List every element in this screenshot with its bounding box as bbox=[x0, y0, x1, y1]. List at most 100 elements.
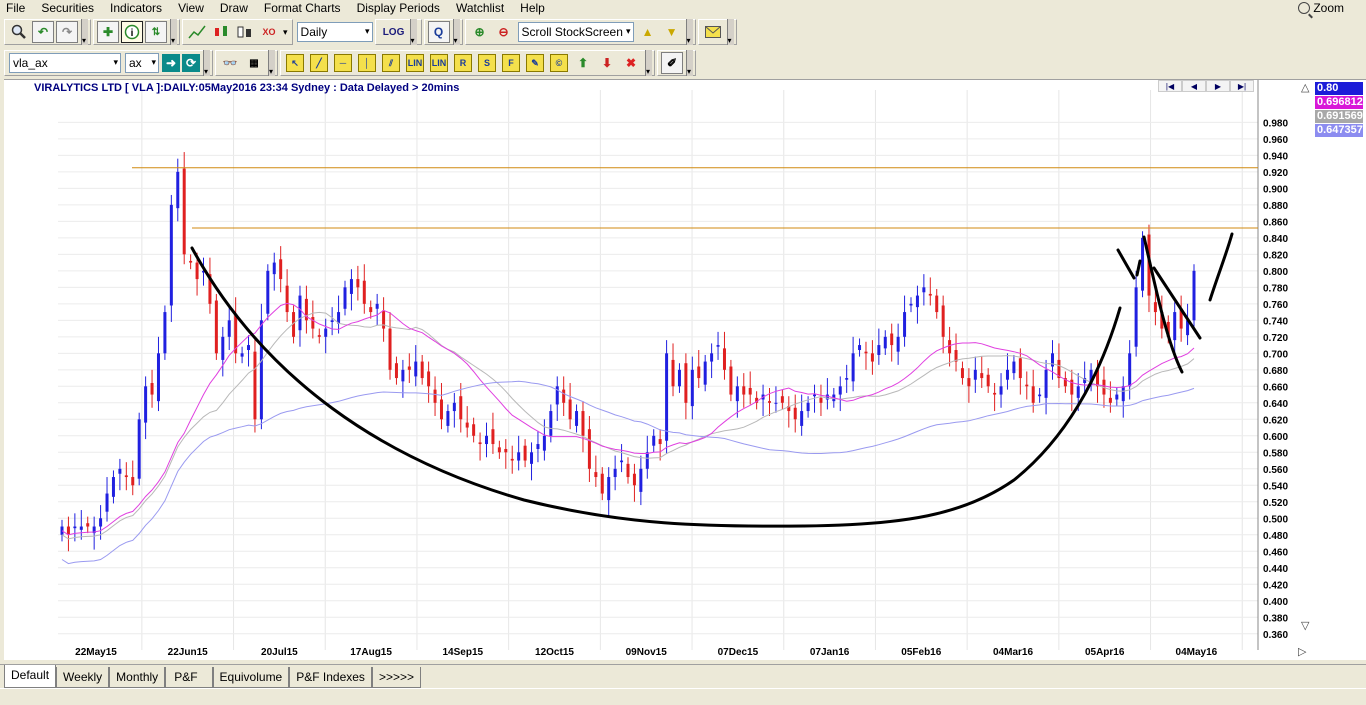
support-tool-icon[interactable]: S bbox=[476, 52, 498, 74]
tab-pnf-indexes[interactable]: P&F Indexes bbox=[289, 667, 372, 688]
scroll-select-value: Scroll StockScreen bbox=[521, 25, 623, 39]
y-tick-label: 0.900 bbox=[1263, 184, 1288, 195]
menu-file[interactable]: File bbox=[0, 0, 33, 17]
select-tool-icon[interactable]: ↖ bbox=[284, 52, 306, 74]
menu-draw[interactable]: Draw bbox=[212, 0, 256, 17]
crosshair-icon[interactable]: ✚ bbox=[97, 21, 119, 43]
tab-more[interactable]: >>>>> bbox=[371, 667, 421, 688]
menu-help[interactable]: Help bbox=[512, 0, 553, 17]
security-select[interactable]: vla_ax ▾ bbox=[9, 53, 121, 73]
search-icon[interactable] bbox=[8, 21, 30, 43]
y-tick-label: 0.800 bbox=[1263, 267, 1288, 278]
main-toolbar: ↶ ↷ ✚ i ⇅ XO ▾ Daily ▾ LOG Q ⊕ ⊖ Scroll … bbox=[0, 18, 739, 46]
pnf-chart-icon[interactable]: XO bbox=[258, 21, 280, 43]
y-tick-label: 0.920 bbox=[1263, 168, 1288, 179]
copyright-tool-icon[interactable]: © bbox=[548, 52, 570, 74]
horizontal-line-tool-icon[interactable]: ─ bbox=[332, 52, 354, 74]
binoculars-icon[interactable]: 👓 bbox=[219, 52, 241, 74]
toolbar-grip[interactable] bbox=[685, 19, 693, 45]
candle-body bbox=[324, 328, 328, 337]
toolbar-grip[interactable] bbox=[170, 19, 177, 45]
tab-equivolume[interactable]: Equivolume bbox=[212, 667, 290, 688]
scroll-down-icon[interactable]: ▼ bbox=[661, 21, 683, 43]
candle-body bbox=[813, 394, 817, 397]
period-select[interactable]: Daily ▾ bbox=[296, 22, 373, 42]
text-note-tool-icon[interactable]: ✎ bbox=[524, 52, 546, 74]
up-arrow-tool-icon[interactable]: ⬆ bbox=[572, 52, 594, 74]
fibonacci-tool-icon[interactable]: F bbox=[500, 52, 522, 74]
toolbar-grip[interactable] bbox=[81, 19, 88, 45]
menu-format-charts[interactable]: Format Charts bbox=[256, 0, 349, 17]
y-tick-label: 0.420 bbox=[1263, 580, 1288, 591]
info-icon[interactable]: i bbox=[121, 21, 143, 43]
candle-body bbox=[182, 168, 186, 255]
refresh-icon[interactable]: ⟳ bbox=[182, 54, 200, 72]
candle-chart-icon[interactable] bbox=[210, 21, 232, 43]
mail-icon[interactable] bbox=[702, 21, 724, 43]
compare-bars-icon[interactable]: ▦ bbox=[243, 52, 265, 74]
go-arrow-icon[interactable]: ➜ bbox=[162, 54, 180, 72]
menu-indicators[interactable]: Indicators bbox=[102, 0, 170, 17]
trendline-tool-icon[interactable]: ╱ bbox=[308, 52, 330, 74]
remove-screen-icon[interactable]: ⊖ bbox=[493, 21, 515, 43]
lin-regression-tool-icon[interactable]: LIN bbox=[404, 52, 426, 74]
undo-icon[interactable]: ↶ bbox=[32, 21, 54, 43]
candle-body bbox=[793, 407, 797, 420]
menu-view[interactable]: View bbox=[170, 0, 212, 17]
menu-display-periods[interactable]: Display Periods bbox=[349, 0, 448, 17]
toolbar-grip[interactable] bbox=[452, 19, 460, 45]
down-arrow-tool-icon[interactable]: ⬇ bbox=[596, 52, 618, 74]
channel-tool-icon[interactable]: ⫽ bbox=[380, 52, 402, 74]
toolbar-grip[interactable] bbox=[409, 19, 417, 45]
query-icon[interactable]: Q bbox=[427, 21, 450, 43]
compare-icon[interactable]: ⇅ bbox=[145, 21, 167, 43]
vertical-line-tool-icon[interactable]: │ bbox=[356, 52, 378, 74]
candle-body bbox=[253, 351, 257, 420]
toolbar-grip[interactable] bbox=[645, 50, 652, 76]
lin-channel-tool-icon[interactable]: LIN bbox=[428, 52, 450, 74]
toolbar-grip[interactable] bbox=[268, 50, 275, 76]
candle-body bbox=[176, 171, 180, 209]
toolbar-grip[interactable] bbox=[686, 50, 693, 76]
candle-body bbox=[214, 300, 218, 354]
tab-pnf[interactable]: P&F bbox=[165, 667, 213, 688]
last-page-icon[interactable]: ▶| bbox=[1230, 80, 1254, 92]
candle-body bbox=[452, 402, 456, 412]
toolbar-grip[interactable] bbox=[203, 50, 210, 76]
add-screen-icon[interactable]: ⊕ bbox=[469, 21, 491, 43]
x-tick-label: 14Sep15 bbox=[443, 647, 484, 658]
prev-page-icon[interactable]: ◀ bbox=[1182, 80, 1206, 92]
first-page-icon[interactable]: |◀ bbox=[1158, 80, 1182, 92]
tab-weekly[interactable]: Weekly bbox=[56, 667, 110, 688]
chevron-down-icon: ▾ bbox=[626, 26, 631, 36]
scale-up-icon[interactable]: △ bbox=[1301, 81, 1309, 94]
tab-monthly[interactable]: Monthly bbox=[109, 667, 166, 688]
bar-chart-icon[interactable] bbox=[234, 21, 256, 43]
next-page-icon[interactable]: ▶ bbox=[1206, 80, 1230, 92]
redo-icon[interactable]: ↷ bbox=[56, 21, 78, 43]
pen-draw-icon[interactable]: ✐ bbox=[661, 52, 683, 74]
price-chart[interactable]: 0.980 0.960 0.940 0.920 0.900 0.880 0.860 0.840… bbox=[4, 80, 1366, 661]
zoom-label: Zoom bbox=[1313, 1, 1344, 15]
zoom-button[interactable]: Zoom bbox=[1298, 1, 1344, 15]
log-scale-button[interactable]: LOG bbox=[381, 21, 407, 43]
candle-body bbox=[105, 493, 109, 512]
security-select-value: vla_ax bbox=[13, 56, 48, 70]
resistance-tool-icon[interactable]: R bbox=[452, 52, 474, 74]
exchange-select[interactable]: ax ▾ bbox=[125, 53, 159, 73]
scroll-stockscreen-select[interactable]: Scroll StockScreen ▾ bbox=[517, 22, 634, 42]
candle-body bbox=[896, 336, 900, 352]
tab-default[interactable]: Default bbox=[4, 665, 57, 688]
scale-down-icon[interactable]: ▽ bbox=[1301, 619, 1309, 632]
chart-type-dropdown-icon[interactable]: ▾ bbox=[283, 27, 288, 38]
chart-area[interactable]: 0.980 0.960 0.940 0.920 0.900 0.880 0.860 0.840… bbox=[4, 79, 1366, 660]
delete-drawing-icon[interactable]: ✖ bbox=[620, 52, 642, 74]
candle-body bbox=[703, 361, 707, 385]
scroll-right-icon[interactable]: ▷ bbox=[1298, 645, 1306, 658]
toolbar-grip[interactable] bbox=[726, 19, 734, 45]
scroll-up-icon[interactable]: ▲ bbox=[637, 21, 659, 43]
line-chart-icon[interactable] bbox=[186, 21, 208, 43]
menu-securities[interactable]: Securities bbox=[33, 0, 102, 17]
menu-watchlist[interactable]: Watchlist bbox=[448, 0, 512, 17]
ma-mid-line bbox=[61, 311, 1195, 540]
